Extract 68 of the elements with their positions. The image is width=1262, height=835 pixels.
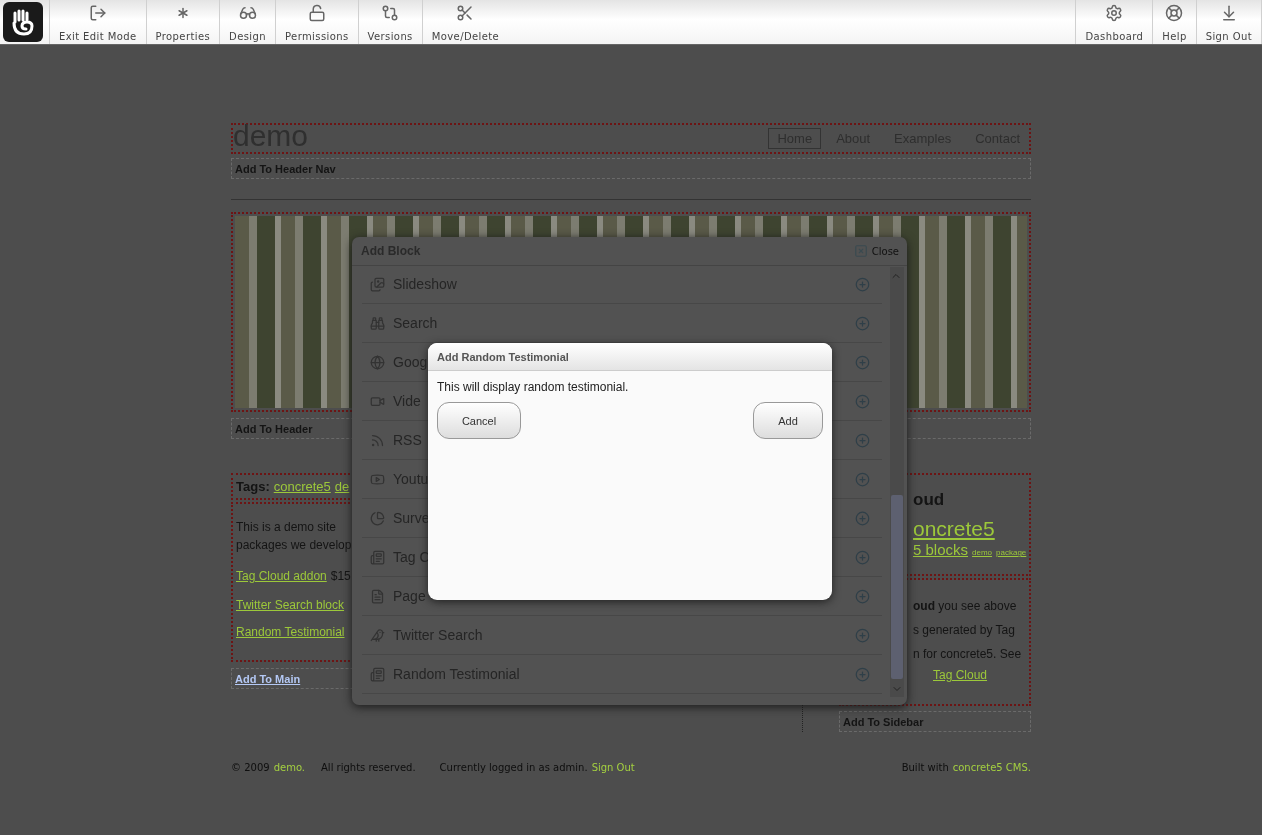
scissors-icon [456, 4, 475, 22]
tags-label: Tags: [236, 479, 270, 494]
add-icon [855, 471, 870, 487]
lifebuoy-icon [1165, 4, 1184, 22]
images-icon [370, 276, 385, 292]
add-icon [855, 666, 870, 682]
tag-link[interactable]: de [334, 479, 350, 494]
sidebar-heading: oud [913, 489, 946, 511]
add-icon [855, 627, 870, 643]
toolbar-button[interactable]: Help [1152, 0, 1196, 44]
glasses-icon [238, 4, 257, 22]
tag-link[interactable]: demo [972, 548, 993, 557]
toolbar-button[interactable]: Sign Out [1195, 0, 1262, 44]
sidebar-text: oud you see above [913, 598, 1018, 615]
toolbar-button[interactable]: Properties [145, 0, 220, 44]
video-icon [370, 471, 385, 487]
copyright-text: © 2009 [231, 762, 270, 773]
rss-icon [370, 432, 385, 448]
add-button[interactable]: Add [753, 402, 823, 439]
bird-icon [370, 627, 385, 643]
add-icon [855, 276, 870, 292]
exit-icon [88, 4, 107, 22]
tag-link[interactable]: concrete5 [273, 479, 331, 494]
newspaper-icon [370, 549, 385, 565]
cms-link[interactable]: concrete5 CMS. [952, 762, 1031, 773]
toolbar-button[interactable]: Versions [357, 0, 422, 44]
site-link[interactable]: demo. [273, 762, 305, 773]
dialog-title: Add Random Testimonial [428, 343, 832, 371]
document-icon [370, 588, 385, 604]
built-with-text: Built with [901, 762, 949, 773]
block-link[interactable]: Random Testimonial [236, 625, 345, 639]
tag-link[interactable]: oncrete5 [913, 517, 995, 541]
add-icon [855, 432, 870, 448]
add-icon [855, 549, 870, 565]
add-icon [855, 354, 870, 370]
arrows-icon [381, 4, 400, 22]
toolbar-button[interactable]: Exit Edit Mode [49, 0, 146, 44]
cancel-button[interactable]: Cancel [437, 402, 521, 439]
pie-chart-icon [370, 510, 385, 526]
gear-icon [1105, 4, 1124, 22]
block-link[interactable]: Tag Cloud addon [236, 569, 327, 583]
toolbar-button[interactable]: Move/Delete [421, 0, 509, 44]
add-icon [855, 393, 870, 409]
login-text: Currently logged in as admin. [439, 762, 588, 773]
tag-link[interactable]: 5 blocks [913, 541, 969, 558]
toolbar-button[interactable]: Permissions [275, 0, 358, 44]
close-button[interactable]: Close [853, 244, 899, 258]
add-icon [855, 588, 870, 604]
rights-text: All rights reserved. [321, 762, 416, 773]
add-icon [855, 315, 870, 331]
hand-logo-icon[interactable] [3, 2, 43, 42]
tag-link[interactable]: package [996, 548, 1027, 557]
binoculars-icon [370, 315, 385, 331]
toolbar-button[interactable]: Design [219, 0, 275, 44]
globe-icon [370, 354, 385, 370]
newspaper-icon [370, 666, 385, 682]
scrollbar[interactable] [890, 267, 904, 697]
price-text: $15 [330, 568, 351, 585]
unlocked-lock-icon [307, 4, 326, 22]
site-title: demo [233, 118, 309, 153]
add-icon [855, 510, 870, 526]
dialog-text: This will display random testimonial. [436, 379, 630, 394]
sign-out-link[interactable]: Sign Out [591, 762, 635, 773]
block-link[interactable]: Twitter Search block [236, 598, 345, 612]
close-icon [853, 244, 868, 258]
paragraph-text: packages we develop [236, 537, 353, 554]
toolbar-button[interactable]: Dashboard [1075, 0, 1153, 44]
tag-cloud-link[interactable]: Tag Cloud [933, 668, 988, 682]
